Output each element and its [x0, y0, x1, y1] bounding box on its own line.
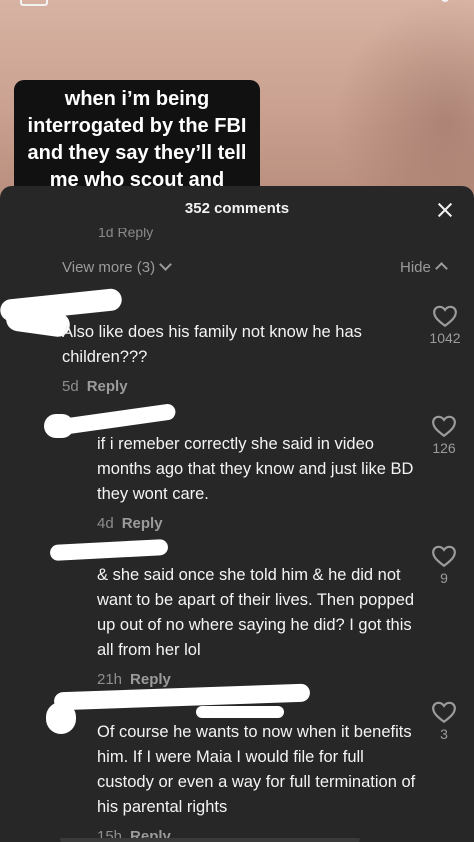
like-count: 9: [440, 570, 448, 586]
comment-text: & she said once she told him & he did no…: [97, 566, 415, 659]
comment-age: 5d: [62, 378, 79, 395]
view-more-replies-button[interactable]: View more (3): [62, 258, 172, 276]
comment-item: & she said once she told him & he did no…: [97, 563, 417, 688]
comment-text: Also like does his family not know he ha…: [62, 323, 362, 366]
chevron-down-icon: [159, 258, 172, 271]
video-shadow: [334, 0, 474, 200]
redaction-scribble: [46, 702, 76, 734]
like-button[interactable]: 1042: [424, 304, 466, 346]
heart-outline-icon: [432, 701, 456, 724]
like-count: 126: [432, 440, 456, 456]
redaction-scribble: [49, 538, 169, 562]
clipped-reply-meta: 1d Reply: [98, 228, 154, 240]
heart-outline-icon: [432, 415, 456, 438]
comment-item: if i remeber correctly she said in video…: [97, 432, 417, 532]
comments-sheet: 352 comments 1d Reply View more (3) Hide…: [0, 186, 474, 842]
hide-label: Hide: [400, 259, 431, 276]
like-button[interactable]: 9: [424, 544, 464, 586]
comment-meta: 5d Reply: [62, 378, 398, 395]
sheet-header: 352 comments: [0, 186, 474, 236]
redaction-scribble: [44, 414, 74, 438]
redaction-scribble: [196, 706, 284, 718]
comment-age: 21h: [97, 671, 123, 688]
view-more-label: View more (3): [62, 259, 156, 276]
comment-input-bar-edge: [60, 838, 360, 842]
heart-outline-icon: [432, 545, 456, 568]
reply-button[interactable]: Reply: [130, 671, 171, 688]
reply-button[interactable]: Reply: [87, 378, 128, 395]
comment-age: 4d: [97, 515, 114, 532]
comment-meta: 4d Reply: [97, 515, 417, 532]
comment-text: if i remeber correctly she said in video…: [97, 435, 414, 503]
like-count: 3: [440, 726, 448, 742]
comment-count: 352 comments: [184, 200, 290, 217]
comment-text: Of course he wants to now when it benefi…: [97, 723, 416, 816]
close-icon[interactable]: [432, 198, 458, 224]
comment-item: Also like does his family not know he ha…: [62, 320, 398, 395]
top-left-icon[interactable]: [20, 0, 48, 6]
heart-outline-icon: [433, 305, 457, 328]
like-button[interactable]: 126: [424, 414, 464, 456]
like-count: 1042: [429, 330, 461, 346]
reply-button[interactable]: Reply: [122, 515, 163, 532]
like-button[interactable]: 3: [424, 700, 464, 742]
hide-replies-button[interactable]: Hide: [400, 259, 448, 276]
chevron-up-icon: [434, 262, 448, 275]
comment-item: Of course he wants to now when it benefi…: [97, 720, 417, 842]
